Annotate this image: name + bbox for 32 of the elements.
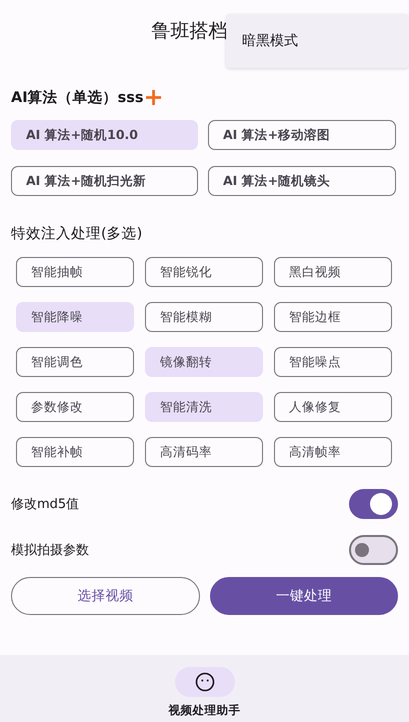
effect-chip[interactable]: 智能补帧 xyxy=(16,437,134,467)
effect-chip[interactable]: 智能降噪 xyxy=(16,302,134,332)
section-heading: 特效注入处理(多选) xyxy=(11,225,144,243)
algorithm-option[interactable]: AI 算法+随机镜头 xyxy=(208,166,396,196)
effect-chip[interactable]: 智能边框 xyxy=(274,302,392,332)
algorithm-option[interactable]: AI 算法+随机扫光新 xyxy=(11,166,198,196)
effect-chip[interactable]: 智能模糊 xyxy=(145,302,263,332)
effect-chip[interactable]: 黑白视频 xyxy=(274,257,392,287)
switch-label: 修改md5值 xyxy=(11,496,80,513)
process-button[interactable]: 一键处理 xyxy=(210,577,398,615)
toggle-switch[interactable] xyxy=(349,489,398,519)
toggle-switch[interactable] xyxy=(349,535,398,565)
app-title: 鲁班搭档 xyxy=(152,19,228,44)
effect-chip[interactable]: 高清码率 xyxy=(145,437,263,467)
effect-chip[interactable]: 人像修复 xyxy=(274,392,392,422)
effect-chip[interactable]: 镜像翻转 xyxy=(145,347,263,377)
algorithm-option[interactable]: AI 算法+移动溶图 xyxy=(208,120,396,150)
nav-item[interactable] xyxy=(174,667,234,697)
nav-label: 视频处理助手 xyxy=(168,703,240,718)
select-video-button[interactable]: 选择视频 xyxy=(11,577,200,615)
section-heading: AI算法（单选）sss xyxy=(11,88,144,106)
menu-item[interactable]: 暗黑模式 xyxy=(242,32,298,50)
effect-chip[interactable]: 智能锐化 xyxy=(145,257,263,287)
effect-chip[interactable]: 高清帧率 xyxy=(274,437,392,467)
effect-chip[interactable]: 参数修改 xyxy=(16,392,134,422)
effect-chip[interactable]: 智能噪点 xyxy=(274,347,392,377)
switch-label: 模拟拍摄参数 xyxy=(11,542,89,559)
algorithm-option[interactable]: AI 算法+随机10.0 xyxy=(11,120,198,150)
smiley-icon xyxy=(194,672,214,692)
effect-chip[interactable]: 智能调色 xyxy=(16,347,134,377)
effect-chip[interactable]: 智能清洗 xyxy=(145,392,263,422)
effect-chip[interactable]: 智能抽帧 xyxy=(16,257,134,287)
